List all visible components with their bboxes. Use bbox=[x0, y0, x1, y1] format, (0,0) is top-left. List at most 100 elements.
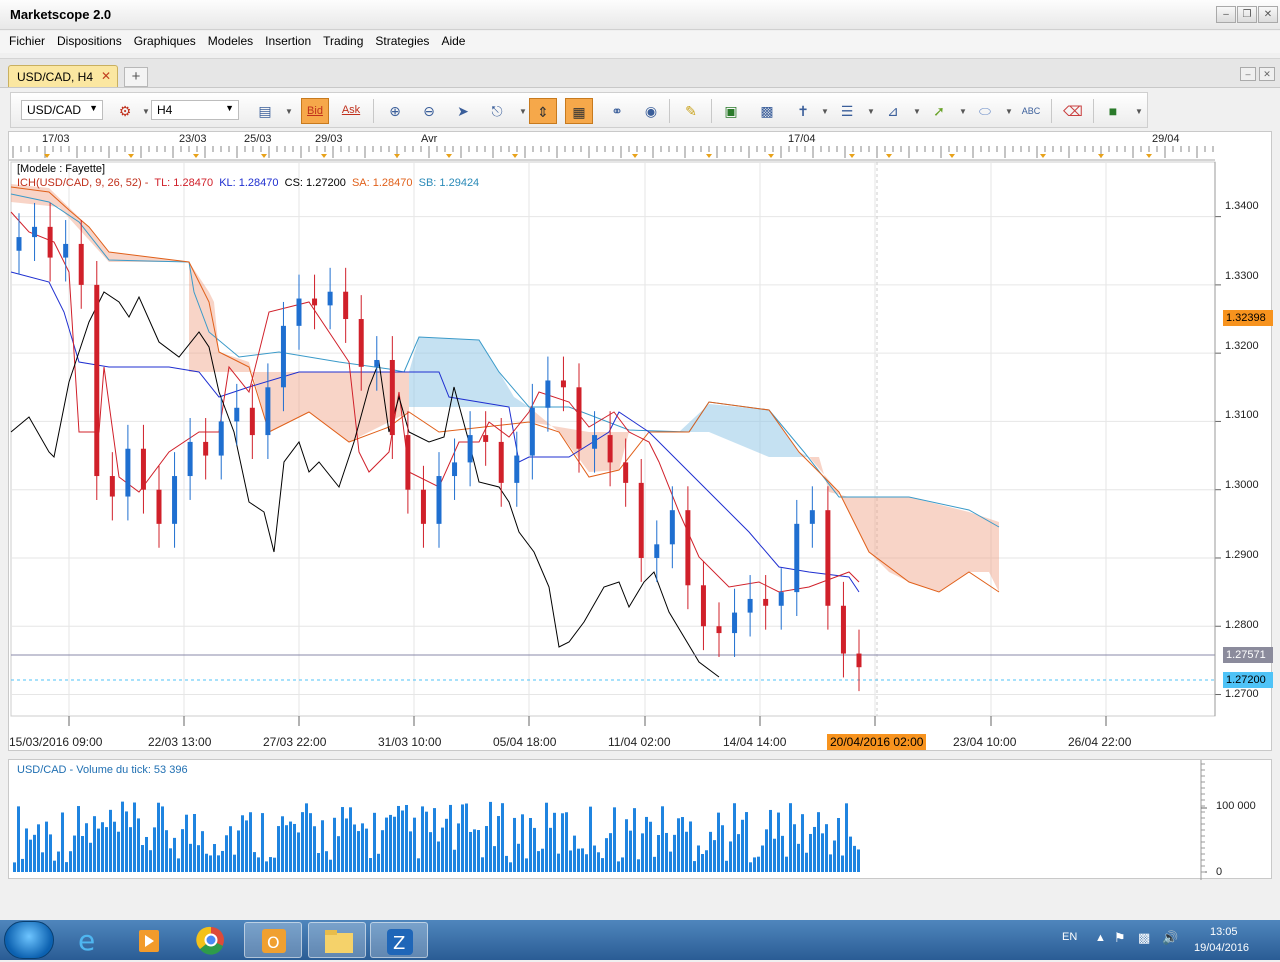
volume-bar bbox=[721, 825, 724, 872]
chevron-down-icon[interactable]: ▼ bbox=[821, 107, 829, 116]
explorer-icon[interactable] bbox=[308, 922, 366, 958]
volume-bar bbox=[633, 808, 636, 872]
volume-bar bbox=[485, 826, 488, 872]
volume-bar bbox=[257, 857, 260, 872]
candle-body bbox=[234, 407, 240, 422]
data-box-icon[interactable]: ▦ bbox=[565, 98, 593, 124]
top-date-label: Avr bbox=[421, 133, 438, 145]
window-icon[interactable]: ▩ bbox=[753, 98, 781, 124]
chevron-down-icon[interactable]: ▼ bbox=[1005, 107, 1013, 116]
menu-aide[interactable]: Aide bbox=[435, 31, 471, 48]
clock-date[interactable]: 19/04/2016 bbox=[1194, 942, 1249, 954]
ask-label: Ask bbox=[341, 104, 361, 116]
bid-button[interactable]: Bid bbox=[301, 98, 329, 124]
menu-modeles[interactable]: Modeles bbox=[202, 31, 259, 48]
chevron-down-icon[interactable]: ▼ bbox=[913, 107, 921, 116]
volume-bar bbox=[317, 853, 320, 872]
tree-icon[interactable]: ■ bbox=[1099, 98, 1127, 124]
chevron-down-icon[interactable]: ▼ bbox=[867, 107, 875, 116]
outlook-icon[interactable]: O bbox=[244, 922, 302, 958]
price-chart-pane[interactable]: 17/03 23/03 25/03 29/03 Avr 17/04 29/04 … bbox=[8, 131, 1273, 752]
ask-button[interactable]: Ask bbox=[337, 98, 365, 124]
show-hidden-icons-icon[interactable]: ▲ bbox=[1095, 932, 1106, 944]
instrument-select[interactable]: USD/CAD ▼ bbox=[21, 100, 103, 120]
volume-pane[interactable]: USD/CAD - Volume du tick: 53 396 100 000… bbox=[8, 759, 1272, 880]
instrument-settings-icon[interactable]: ⚙ bbox=[111, 98, 139, 124]
globe-icon[interactable]: ◉ bbox=[637, 98, 665, 124]
volume-bar bbox=[209, 855, 212, 872]
menu-strategies[interactable]: Strategies bbox=[369, 31, 435, 48]
volume-bar bbox=[845, 803, 848, 872]
link-icon[interactable]: ⚭ bbox=[603, 98, 631, 124]
minimize-button[interactable]: – bbox=[1216, 6, 1236, 23]
indicator-name: ICH(USD/CAD, 9, 26, 52) - bbox=[17, 177, 149, 189]
ie-icon[interactable]: e bbox=[60, 922, 118, 958]
volume-bar bbox=[261, 813, 264, 872]
crosshair-zoom-icon[interactable]: ⎋ bbox=[483, 98, 511, 124]
zoom-in-icon[interactable]: ⊕ bbox=[381, 98, 409, 124]
close-button[interactable]: ✕ bbox=[1258, 6, 1278, 23]
ruler-icon[interactable]: ✎ bbox=[677, 98, 705, 124]
volume-bar bbox=[105, 827, 108, 872]
ellipse-icon[interactable]: ⬭ bbox=[971, 98, 999, 124]
start-button[interactable] bbox=[4, 921, 54, 959]
volume-bar bbox=[857, 849, 860, 872]
language-indicator[interactable]: EN bbox=[1062, 931, 1077, 943]
volume-bar bbox=[505, 855, 508, 872]
fxcm-icon[interactable]: Z bbox=[370, 922, 428, 958]
volume-bar bbox=[277, 826, 280, 872]
flag-icon[interactable]: ⚑ bbox=[1114, 930, 1126, 946]
candle-body bbox=[327, 291, 333, 306]
volume-bar bbox=[745, 812, 748, 872]
volume-bar bbox=[813, 826, 816, 872]
zoom-out-icon[interactable]: ⊖ bbox=[415, 98, 443, 124]
timeframe-select[interactable]: H4 ▼ bbox=[151, 100, 239, 120]
pane-close-button[interactable]: ✕ bbox=[1259, 67, 1275, 81]
chevron-down-icon[interactable]: ▼ bbox=[959, 107, 967, 116]
volume-bar bbox=[29, 839, 32, 872]
bid-label: Bid bbox=[307, 105, 323, 117]
image-icon[interactable]: ▣ bbox=[717, 98, 745, 124]
menu-trading[interactable]: Trading bbox=[317, 31, 369, 48]
ichimoku-legend[interactable]: ICH(USD/CAD, 9, 26, 52) - TL: 1.28470 KL… bbox=[17, 177, 479, 189]
indicator-icon[interactable]: ✝ bbox=[789, 98, 817, 124]
price-chart-canvas[interactable] bbox=[9, 132, 1273, 752]
clock-time[interactable]: 13:05 bbox=[1210, 926, 1238, 938]
candle-body bbox=[545, 380, 551, 408]
add-tab-button[interactable]: + bbox=[124, 67, 148, 87]
x-axis-label: 26/04 22:00 bbox=[1068, 735, 1132, 749]
fan-icon[interactable]: ⊿ bbox=[879, 98, 907, 124]
close-tab-icon[interactable]: ✕ bbox=[101, 69, 111, 83]
volume-bar bbox=[697, 845, 700, 872]
volume-bar bbox=[645, 816, 648, 872]
media-player-icon[interactable] bbox=[120, 922, 178, 958]
vertical-scale-icon[interactable]: ⇕ bbox=[529, 98, 557, 124]
pane-minimize-button[interactable]: – bbox=[1240, 67, 1256, 81]
chart-type-icon[interactable]: ▤ bbox=[251, 98, 279, 124]
menu-insertion[interactable]: Insertion bbox=[259, 31, 317, 48]
network-icon[interactable]: ▩ bbox=[1138, 930, 1150, 946]
chart-tab[interactable]: USD/CAD, H4 ✕ bbox=[8, 65, 118, 87]
volume-bar bbox=[529, 817, 532, 872]
chevron-down-icon[interactable]: ▼ bbox=[285, 107, 293, 116]
menu-graphiques[interactable]: Graphiques bbox=[128, 31, 202, 48]
candle-body bbox=[109, 476, 115, 497]
volume-bar bbox=[93, 816, 96, 872]
chevron-down-icon[interactable]: ▼ bbox=[1135, 107, 1143, 116]
volume-bar bbox=[121, 801, 124, 872]
chrome-icon[interactable] bbox=[182, 922, 240, 958]
pointer-icon[interactable]: ➤ bbox=[449, 98, 477, 124]
menu-dispositions[interactable]: Dispositions bbox=[51, 31, 128, 48]
text-tool-icon[interactable]: ABC bbox=[1017, 98, 1045, 124]
chevron-down-icon[interactable]: ▼ bbox=[142, 107, 150, 116]
eraser-icon[interactable]: ⌫ bbox=[1059, 98, 1087, 124]
top-date-label: 25/03 bbox=[244, 133, 272, 145]
menu-fichier[interactable]: Fichier bbox=[3, 31, 51, 48]
lines-icon[interactable]: ☰ bbox=[833, 98, 861, 124]
maximize-button[interactable]: ❐ bbox=[1237, 6, 1257, 23]
chevron-down-icon[interactable]: ▼ bbox=[519, 107, 527, 116]
y-tick-label: 1.3000 bbox=[1225, 479, 1259, 491]
volume-icon[interactable]: 🔊 bbox=[1162, 930, 1178, 946]
trendline-icon[interactable]: ➚ bbox=[925, 98, 953, 124]
volume-bar bbox=[181, 829, 184, 872]
